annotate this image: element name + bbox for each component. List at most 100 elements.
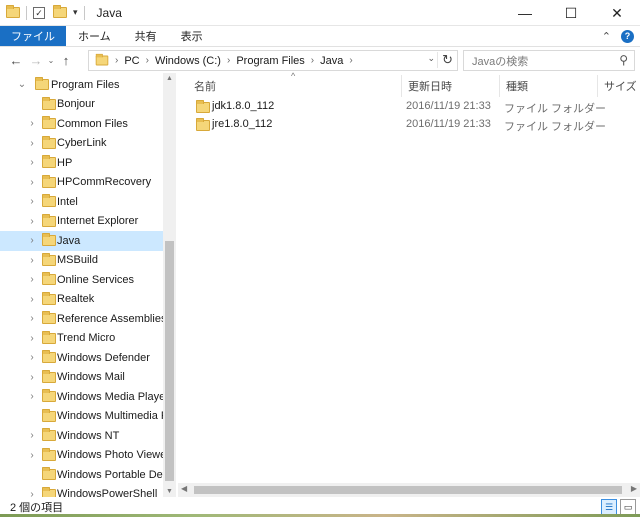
tree-item-label: WindowsPowerShell bbox=[57, 488, 158, 497]
chevron-right-icon[interactable]: › bbox=[27, 489, 37, 497]
customize-toolbar-dropdown-icon[interactable]: ▾ bbox=[73, 7, 78, 18]
scroll-down-icon[interactable]: ▼ bbox=[163, 488, 176, 495]
column-header-name[interactable]: 名前 bbox=[188, 75, 402, 97]
chevron-right-icon[interactable]: › bbox=[27, 333, 37, 344]
chevron-right-icon[interactable]: › bbox=[27, 274, 37, 285]
scrollbar-thumb[interactable] bbox=[194, 486, 622, 494]
chevron-right-icon[interactable]: › bbox=[27, 235, 37, 246]
forward-button[interactable]: → bbox=[26, 53, 46, 68]
breadcrumb-separator[interactable]: › bbox=[227, 55, 230, 66]
breadcrumb-drive[interactable]: Windows (C:) bbox=[155, 55, 221, 67]
tree-item[interactable]: Bonjour bbox=[0, 95, 176, 115]
details-view-button[interactable]: ☰ bbox=[601, 499, 617, 515]
tree-item[interactable]: › Trend Micro bbox=[0, 329, 176, 349]
chevron-right-icon[interactable]: › bbox=[27, 313, 37, 324]
back-button[interactable]: ← bbox=[6, 53, 26, 68]
tree-item-label: Internet Explorer bbox=[57, 215, 139, 228]
file-list-horizontal-scrollbar[interactable]: ◀ ▶ bbox=[178, 483, 640, 497]
tab-file[interactable]: ファイル bbox=[0, 26, 66, 46]
navigation-bar: ← → ⌄ ↑ › PC › Windows (C:) › Program Fi… bbox=[0, 46, 640, 73]
breadcrumb-separator[interactable]: › bbox=[115, 55, 118, 66]
tab-home[interactable]: ホーム bbox=[66, 26, 123, 46]
address-dropdown-icon[interactable]: ⌄ bbox=[427, 53, 435, 64]
tab-view[interactable]: 表示 bbox=[169, 26, 215, 46]
folder-icon bbox=[42, 233, 56, 246]
tree-item[interactable]: › Reference Assemblies bbox=[0, 309, 176, 329]
chevron-right-icon[interactable]: › bbox=[27, 177, 37, 188]
breadcrumb-separator[interactable]: › bbox=[146, 55, 149, 66]
chevron-right-icon[interactable]: › bbox=[27, 255, 37, 266]
folder-icon bbox=[42, 408, 56, 422]
tree-item-label: Windows Media Player bbox=[57, 390, 169, 403]
chevron-right-icon[interactable]: › bbox=[27, 216, 37, 227]
chevron-right-icon[interactable]: › bbox=[27, 157, 37, 168]
ribbon-tabs: ファイル ホーム 共有 表示 ⌃ ? bbox=[0, 26, 640, 46]
tree-item[interactable]: › Java bbox=[0, 231, 176, 251]
column-header-type[interactable]: 種類 bbox=[500, 75, 598, 97]
tree-item[interactable]: › Internet Explorer bbox=[0, 212, 176, 232]
address-bar[interactable]: › PC › Windows (C:) › Program Files › Ja… bbox=[88, 50, 458, 71]
search-input[interactable]: Javaの検索 ⚲ bbox=[463, 50, 635, 71]
breadcrumb-java[interactable]: Java bbox=[320, 55, 343, 67]
properties-icon[interactable]: ✓ bbox=[33, 6, 45, 19]
scroll-up-icon[interactable]: ▲ bbox=[163, 75, 176, 82]
column-header-size[interactable]: サイズ bbox=[598, 75, 640, 97]
breadcrumb-separator[interactable]: › bbox=[349, 55, 352, 66]
chevron-right-icon[interactable]: › bbox=[27, 391, 37, 402]
chevron-down-icon[interactable]: ⌄ bbox=[17, 79, 27, 90]
help-icon[interactable]: ? bbox=[621, 29, 634, 43]
minimize-button[interactable]: — bbox=[502, 0, 548, 26]
folder-icon bbox=[42, 447, 56, 461]
tree-item[interactable]: › Windows Media Player bbox=[0, 387, 176, 407]
chevron-right-icon[interactable]: › bbox=[27, 138, 37, 149]
maximize-button[interactable]: ☐ bbox=[548, 0, 594, 26]
chevron-right-icon[interactable]: › bbox=[27, 430, 37, 441]
tree-item[interactable]: › Intel bbox=[0, 192, 176, 212]
chevron-right-icon[interactable]: › bbox=[27, 352, 37, 363]
tree-item[interactable]: › Realtek bbox=[0, 290, 176, 310]
tree-item[interactable]: › HP bbox=[0, 153, 176, 173]
tree-item[interactable]: › Windows Photo Viewer bbox=[0, 446, 176, 466]
tree-item-label: Program Files bbox=[51, 78, 120, 91]
chevron-right-icon[interactable]: › bbox=[27, 196, 37, 207]
tree-item[interactable]: › Windows Defender bbox=[0, 348, 176, 368]
tree-item[interactable]: › Common Files bbox=[0, 114, 176, 134]
scroll-left-icon[interactable]: ◀ bbox=[181, 484, 187, 493]
tree-item[interactable]: › HPCommRecovery bbox=[0, 173, 176, 193]
chevron-right-icon[interactable]: › bbox=[27, 118, 37, 129]
expand-ribbon-icon[interactable]: ⌃ bbox=[602, 30, 611, 43]
breadcrumb-separator[interactable]: › bbox=[311, 55, 314, 66]
tree-item[interactable]: Windows Portable Device bbox=[0, 465, 176, 485]
up-button[interactable]: ↑ bbox=[56, 53, 76, 68]
scroll-right-icon[interactable]: ▶ bbox=[631, 484, 637, 493]
new-folder-icon[interactable] bbox=[53, 5, 67, 18]
tree-item-label: HP bbox=[57, 156, 73, 169]
search-icon[interactable]: ⚲ bbox=[619, 53, 628, 67]
column-header-modified[interactable]: 更新日時 bbox=[402, 75, 500, 97]
navigation-pane-scrollbar[interactable]: ▲ ▼ bbox=[163, 73, 176, 497]
tree-item-program-files[interactable]: ⌄ Program Files bbox=[0, 75, 176, 95]
tree-item[interactable]: › MSBuild bbox=[0, 251, 176, 271]
tree-item[interactable]: Windows Multimedia Pla bbox=[0, 407, 176, 427]
tree-item[interactable]: › Online Services bbox=[0, 270, 176, 290]
tree-item[interactable]: › Windows Mail bbox=[0, 368, 176, 388]
breadcrumb-pc[interactable]: PC bbox=[124, 55, 139, 67]
tree-item[interactable]: › WindowsPowerShell bbox=[0, 485, 176, 497]
tree-item[interactable]: › Windows NT bbox=[0, 426, 176, 446]
tree-item-label: Windows Multimedia Pla bbox=[57, 410, 176, 423]
scrollbar-thumb[interactable] bbox=[165, 241, 174, 481]
recent-locations-dropdown-icon[interactable]: ⌄ bbox=[46, 56, 56, 65]
breadcrumb-program-files[interactable]: Program Files bbox=[236, 55, 304, 67]
chevron-right-icon[interactable]: › bbox=[27, 294, 37, 305]
item-count: 2 個の項目 bbox=[10, 502, 64, 514]
tree-item[interactable]: › CyberLink bbox=[0, 134, 176, 154]
close-button[interactable]: ✕ bbox=[594, 0, 640, 26]
navigation-pane[interactable]: ⌄ Program Files Bonjour › Common Files › Cyb… bbox=[0, 73, 176, 497]
chevron-right-icon[interactable]: › bbox=[27, 372, 37, 383]
tab-share[interactable]: 共有 bbox=[123, 26, 169, 46]
folder-icon bbox=[42, 291, 56, 305]
file-list[interactable]: ^ 名前 更新日時 種類 サイズ jdk1.8.0_112 2016/11/19… bbox=[178, 71, 640, 497]
large-icons-view-button[interactable]: ▭ bbox=[620, 499, 636, 515]
chevron-right-icon[interactable]: › bbox=[27, 450, 37, 461]
refresh-icon[interactable]: ↻ bbox=[437, 52, 453, 68]
